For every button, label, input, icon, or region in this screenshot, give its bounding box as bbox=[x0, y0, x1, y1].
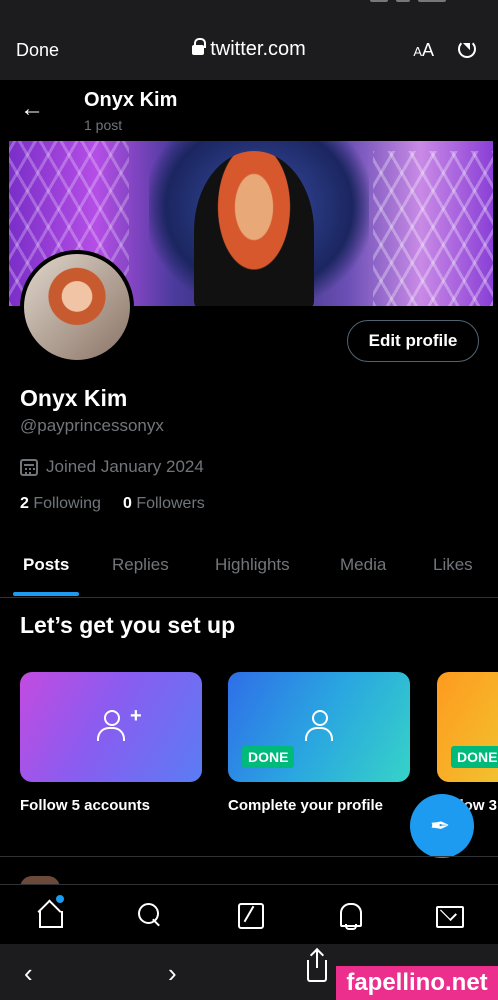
tab-highlights[interactable]: Highlights bbox=[215, 555, 290, 575]
share-icon[interactable] bbox=[307, 950, 327, 982]
followers-link[interactable]: 0 Followers bbox=[123, 495, 205, 512]
grok-icon[interactable] bbox=[236, 901, 264, 929]
tab-media[interactable]: Media bbox=[340, 555, 386, 575]
status-icons bbox=[370, 0, 446, 2]
notification-dot bbox=[56, 895, 64, 903]
bell-icon[interactable] bbox=[336, 901, 364, 930]
joined-text: Joined January 2024 bbox=[46, 457, 204, 476]
profile-name: Onyx Kim bbox=[20, 385, 128, 411]
tab-likes[interactable]: Likes bbox=[433, 555, 473, 575]
chevron-right-icon[interactable]: › bbox=[168, 958, 177, 989]
header-post-count: 1 post bbox=[84, 117, 123, 133]
done-badge: DONE bbox=[451, 746, 498, 768]
watermark: fapellino.net bbox=[336, 966, 498, 1000]
compose-post-button[interactable]: ✒ bbox=[410, 794, 474, 858]
edit-profile-button[interactable]: Edit profile bbox=[347, 320, 479, 362]
lock-icon bbox=[192, 38, 207, 56]
add-person-icon bbox=[97, 710, 125, 744]
tab-replies[interactable]: Replies bbox=[112, 555, 169, 575]
header-title: Onyx Kim bbox=[84, 89, 178, 111]
divider bbox=[0, 856, 498, 857]
calendar-icon bbox=[20, 458, 38, 476]
joined-date: Joined January 2024 bbox=[20, 457, 204, 477]
active-tab-indicator bbox=[13, 592, 79, 596]
home-icon[interactable] bbox=[36, 901, 64, 929]
setup-card-profile[interactable]: DONE bbox=[228, 672, 410, 782]
tab-posts[interactable]: Posts bbox=[23, 555, 69, 575]
safari-toolbar: Done twitter.com AA bbox=[0, 18, 498, 80]
bottom-nav bbox=[0, 884, 498, 944]
status-bar bbox=[0, 0, 498, 18]
back-arrow-icon[interactable]: ← bbox=[20, 97, 44, 121]
chevron-left-icon[interactable]: ‹ bbox=[24, 958, 33, 989]
reload-icon[interactable] bbox=[458, 40, 476, 58]
mail-icon[interactable] bbox=[435, 901, 464, 929]
text-size-button[interactable]: AA bbox=[413, 40, 434, 61]
feather-plus-icon: ✒ bbox=[430, 813, 451, 840]
follow-stats: 2 Following 0 Followers bbox=[20, 495, 205, 513]
following-link[interactable]: 2 Following bbox=[20, 495, 101, 512]
done-badge: DONE bbox=[242, 746, 295, 768]
profile-handle: @payprincessonyx bbox=[20, 416, 164, 435]
search-icon[interactable] bbox=[136, 901, 164, 929]
setup-card-follow-3[interactable]: DONE bbox=[437, 672, 498, 782]
setup-card-label: Follow 5 accounts bbox=[20, 797, 151, 814]
setup-card-follow[interactable]: + bbox=[20, 672, 202, 782]
avatar[interactable] bbox=[20, 250, 134, 364]
person-icon bbox=[305, 710, 333, 744]
setup-title: Let’s get you set up bbox=[20, 612, 236, 638]
url-text: twitter.com bbox=[210, 38, 306, 60]
setup-card-label: Complete your profile bbox=[228, 797, 384, 814]
profile-tabs: Posts Replies Highlights Media Likes bbox=[0, 546, 498, 598]
